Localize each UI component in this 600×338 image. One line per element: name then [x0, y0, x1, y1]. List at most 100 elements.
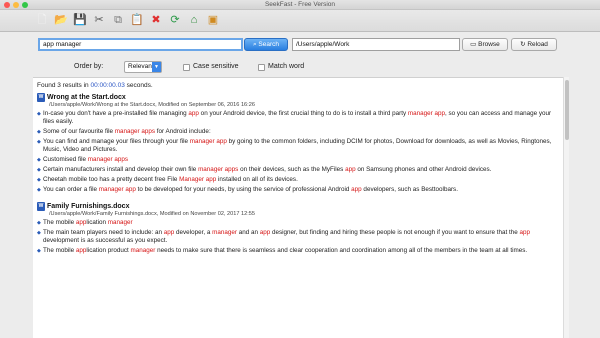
browse-button[interactable]: ▭ Browse [462, 38, 508, 51]
keyword-highlight: manager app [189, 138, 227, 145]
snippet-fragment: needs to make sure that there is seamles… [155, 247, 528, 254]
order-by-label: Order by: [74, 63, 104, 70]
keyword-highlight: app [75, 219, 87, 226]
result-document: W Wrong at the Start.docx/Users/apple/Wor… [37, 93, 563, 194]
result-snippet[interactable]: ◆ Cheetah mobile too has a pretty decent … [37, 176, 563, 184]
snippet-fragment: developers, such as Besttoolbars. [361, 186, 458, 193]
search-time: 00:00:00.03 [90, 82, 125, 89]
save-icon[interactable]: 💾 [72, 13, 88, 29]
folder-icon: ▭ [470, 41, 479, 48]
snippet-fragment: lication product [86, 247, 131, 254]
minimize-window-button[interactable] [13, 2, 19, 8]
scrollbar-thumb[interactable] [565, 80, 569, 140]
case-sensitive-label: Case sensitive [193, 63, 239, 70]
snippet-fragment: installed on all of its devices. [216, 176, 298, 183]
result-title-row[interactable]: W Family Furnishings.docx [37, 202, 563, 211]
snippet-text: Cheetah mobile too has a pretty decent f… [43, 176, 557, 184]
result-snippet[interactable]: ◆ In-case you don't have a pre-installed … [37, 110, 563, 126]
paste-icon[interactable]: 📋 [129, 13, 145, 29]
result-snippet[interactable]: ◆ Customised file manager apps [37, 156, 563, 164]
copy-icon[interactable]: ⧉ [110, 13, 126, 29]
results-pane[interactable]: Found 3 results in 00:00:00.03 seconds. … [33, 77, 563, 338]
title-bar: SeekFast - Free Version [0, 0, 600, 10]
keyword-highlight: manager apps [114, 128, 156, 135]
keyword-highlight: manager [130, 247, 156, 254]
reload-button-label: Reload [527, 41, 548, 48]
path-field[interactable]: /Users/apple/Work [292, 38, 460, 51]
word-document-icon: W [37, 93, 45, 102]
results-summary: Found 3 results in 00:00:00.03 seconds. [37, 82, 563, 89]
snippet-text: The main team players need to include: a… [43, 229, 557, 245]
snippet-fragment: designer, but finding and hiring these p… [270, 229, 520, 236]
snippet-fragment: Certain manufacturers install and develo… [43, 166, 199, 173]
keyword-highlight: manager app [98, 186, 136, 193]
snippet-fragment: The mobile [43, 247, 76, 254]
result-path: /Users/apple/Work/Family Furnishings.doc… [49, 211, 256, 217]
search-button[interactable]: ⌕ Search [244, 38, 288, 51]
home-icon[interactable]: ⌂ [186, 13, 202, 29]
word-document-icon: W [37, 202, 45, 211]
snippet-fragment: and an [236, 229, 260, 236]
snippet-text: You can order a file manager app to be d… [43, 186, 557, 194]
snippet-fragment: developer, a [174, 229, 213, 236]
keyword-highlight: manager app [407, 110, 446, 117]
summary-prefix: Found 3 results in [37, 82, 89, 89]
match-word-label: Match word [268, 63, 305, 70]
keyword-highlight: app [345, 166, 356, 173]
case-sensitive-checkbox[interactable] [183, 64, 190, 71]
result-title[interactable]: Family Furnishings.docx [47, 203, 129, 210]
result-title-row[interactable]: W Wrong at the Start.docx [37, 93, 563, 102]
snippet-fragment: Cheetah mobile too has a pretty decent f… [43, 176, 180, 183]
snippet-fragment: lication [86, 219, 108, 226]
snippet-text: In-case you don't have a pre-installed f… [43, 110, 557, 126]
browse-button-label: Browse [478, 41, 500, 48]
search-input[interactable]: app manager [38, 38, 243, 51]
keyword-highlight: app [519, 229, 531, 236]
snippet-fragment: on your Android device, the first crucia… [198, 110, 408, 117]
close-window-button[interactable] [4, 2, 10, 8]
snippet-fragment: on their devices, such as the MyFiles [238, 166, 346, 173]
keyword-highlight: app [75, 247, 87, 254]
result-snippet[interactable]: ◆ Some of our favourite file manager apps… [37, 128, 563, 136]
refresh-icon[interactable]: ⟳ [167, 13, 183, 29]
keyword-highlight: manager apps [198, 166, 239, 173]
search-button-label: Search [258, 41, 280, 48]
snippet-fragment: The main team players need to include: a… [43, 229, 164, 236]
result-snippet[interactable]: ◆ Certain manufacturers install and devel… [37, 166, 563, 174]
result-title[interactable]: Wrong at the Start.docx [47, 94, 126, 101]
snippet-fragment: to be developed for your needs, by using… [135, 186, 352, 193]
snippet-fragment: You can find and manage your files throu… [43, 138, 190, 145]
chevron-down-icon: ▼ [152, 62, 161, 72]
keyword-highlight: app [163, 229, 175, 236]
result-snippet[interactable]: ◆ The mobile application product manager … [37, 247, 563, 255]
new-document-icon[interactable]: 🗋 [34, 13, 50, 29]
window-title: SeekFast - Free Version [264, 1, 336, 8]
delete-icon[interactable]: ✖ [148, 13, 164, 29]
zoom-window-button[interactable] [22, 2, 28, 8]
window-controls [4, 2, 28, 8]
export-icon[interactable]: ▣ [205, 13, 221, 29]
result-snippet[interactable]: ◆ You can find and manage your files thro… [37, 138, 563, 154]
snippet-text: You can find and manage your files throu… [43, 138, 557, 154]
snippet-fragment: Customised file [43, 156, 88, 163]
options-row: Order by: Relevance ▼ Case sensitive Mat… [0, 57, 600, 77]
reload-button[interactable]: ↻ Reload [511, 38, 557, 51]
cut-icon[interactable]: ✂ [91, 13, 107, 29]
keyword-highlight: app [351, 186, 362, 193]
keyword-highlight: app [259, 229, 271, 236]
match-word-checkbox[interactable] [258, 64, 265, 71]
snippet-text: Customised file manager apps [43, 156, 557, 164]
snippet-text: The mobile application product manager n… [43, 247, 557, 255]
order-by-select[interactable]: Relevance ▼ [124, 61, 162, 73]
snippet-text: The mobile application manager [43, 219, 557, 227]
snippet-fragment: Some of our favourite file [43, 128, 115, 135]
open-folder-icon[interactable]: 📂 [53, 13, 69, 29]
result-snippet[interactable]: ◆ The main team players need to include: … [37, 229, 563, 245]
result-snippet[interactable]: ◆ The mobile application manager [37, 219, 563, 227]
result-document: W Family Furnishings.docx/Users/apple/Wor… [37, 202, 563, 255]
results-scrollbar[interactable] [563, 77, 569, 338]
snippet-fragment: You can order a file [43, 186, 99, 193]
toolbar: 🗋 📂 💾 ✂ ⧉ 📋 ✖ ⟳ ⌂ ▣ [0, 10, 600, 32]
snippet-fragment: on Samsung phones and other Android devi… [355, 166, 492, 173]
result-snippet[interactable]: ◆ You can order a file manager app to be … [37, 186, 563, 194]
